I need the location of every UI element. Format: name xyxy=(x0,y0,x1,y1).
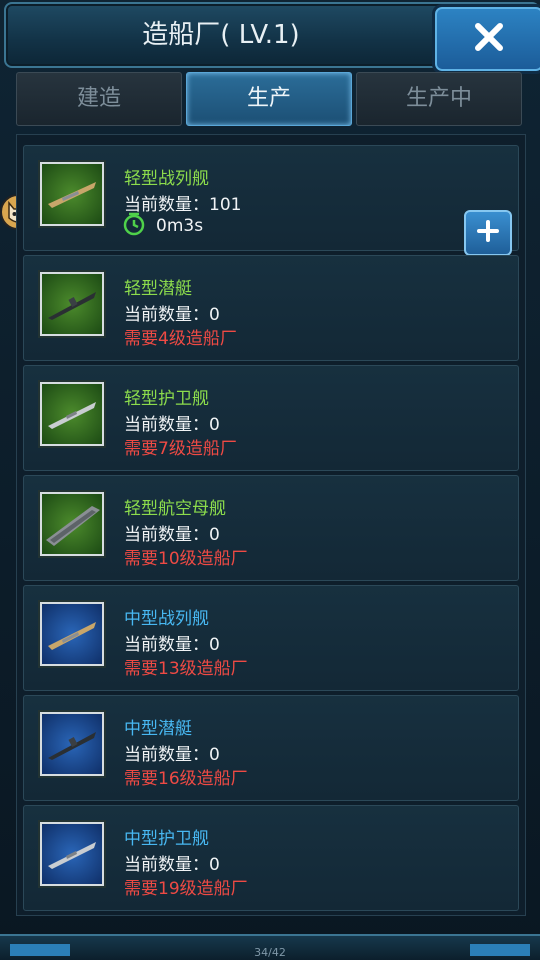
light-frigate-thumbnail xyxy=(40,382,104,446)
plus-icon xyxy=(476,219,500,247)
ship-name: 轻型护卫舰 xyxy=(124,389,209,409)
bottom-left-ornament xyxy=(10,944,70,956)
timer-text: 0m3s xyxy=(156,216,204,236)
ship-name: 中型潜艇 xyxy=(124,719,192,739)
add-button[interactable] xyxy=(464,210,512,256)
ship-name: 中型战列舰 xyxy=(124,609,209,629)
tab-production[interactable]: 生产 xyxy=(186,72,352,126)
list-item[interactable]: 中型潜艇 当前数量：0 需要16级造船厂 xyxy=(23,695,519,801)
ship-count: 当前数量：0 xyxy=(124,745,220,765)
ship-count: 当前数量：0 xyxy=(124,415,220,435)
page-title: 造船厂( LV.1) xyxy=(142,20,300,50)
list-item[interactable]: 中型护卫舰 当前数量：0 需要19级造船厂 xyxy=(23,805,519,911)
production-timer: 0m3s xyxy=(122,212,204,240)
tab-in-production[interactable]: 生产中 xyxy=(356,72,522,126)
window-header: 造船厂( LV.1) xyxy=(4,2,540,74)
ship-name: 轻型潜艇 xyxy=(124,279,192,299)
medium-submarine-thumbnail xyxy=(40,712,104,776)
list-item[interactable]: 轻型航空母舰 当前数量：0 需要10级造船厂 xyxy=(23,475,519,581)
medium-battleship-thumbnail xyxy=(40,602,104,666)
ship-count: 当前数量：0 xyxy=(124,305,220,325)
clock-icon xyxy=(122,212,146,240)
list-item[interactable]: 中型战列舰 当前数量：0 需要13级造船厂 xyxy=(23,585,519,691)
page-indicator: 34/42 xyxy=(254,946,286,959)
ship-count: 当前数量：0 xyxy=(124,635,220,655)
ship-list[interactable]: 轻型战列舰 当前数量：101 0m3s 轻型潜艇 当前数量：0 需要4级造船厂 … xyxy=(16,134,526,916)
requirement-text: 需要4级造船厂 xyxy=(124,329,237,349)
ship-count: 当前数量：0 xyxy=(124,855,220,875)
bottom-right-ornament xyxy=(470,944,530,956)
light-battleship-thumbnail xyxy=(40,162,104,226)
requirement-text: 需要10级造船厂 xyxy=(124,549,248,569)
light-carrier-thumbnail xyxy=(40,492,104,556)
ship-name: 轻型航空母舰 xyxy=(124,499,226,519)
shipyard-window: 造船厂( LV.1) 建造 生产 生产中 轻型战列舰 当前数量：101 0m3s… xyxy=(0,0,540,960)
requirement-text: 需要16级造船厂 xyxy=(124,769,248,789)
close-icon xyxy=(472,20,506,58)
close-button[interactable] xyxy=(432,4,540,74)
requirement-text: 需要19级造船厂 xyxy=(124,879,248,899)
tab-build[interactable]: 建造 xyxy=(16,72,182,126)
medium-frigate-thumbnail xyxy=(40,822,104,886)
requirement-text: 需要13级造船厂 xyxy=(124,659,248,679)
ship-count: 当前数量：0 xyxy=(124,525,220,545)
ship-name: 中型护卫舰 xyxy=(124,829,209,849)
requirement-text: 需要7级造船厂 xyxy=(124,439,237,459)
tab-bar: 建造 生产 生产中 xyxy=(16,72,524,126)
list-item[interactable]: 轻型潜艇 当前数量：0 需要4级造船厂 xyxy=(23,255,519,361)
list-item[interactable]: 轻型战列舰 当前数量：101 0m3s xyxy=(23,145,519,256)
list-item[interactable]: 轻型护卫舰 当前数量：0 需要7级造船厂 xyxy=(23,365,519,471)
light-submarine-thumbnail xyxy=(40,272,104,336)
ship-name: 轻型战列舰 xyxy=(124,169,209,189)
